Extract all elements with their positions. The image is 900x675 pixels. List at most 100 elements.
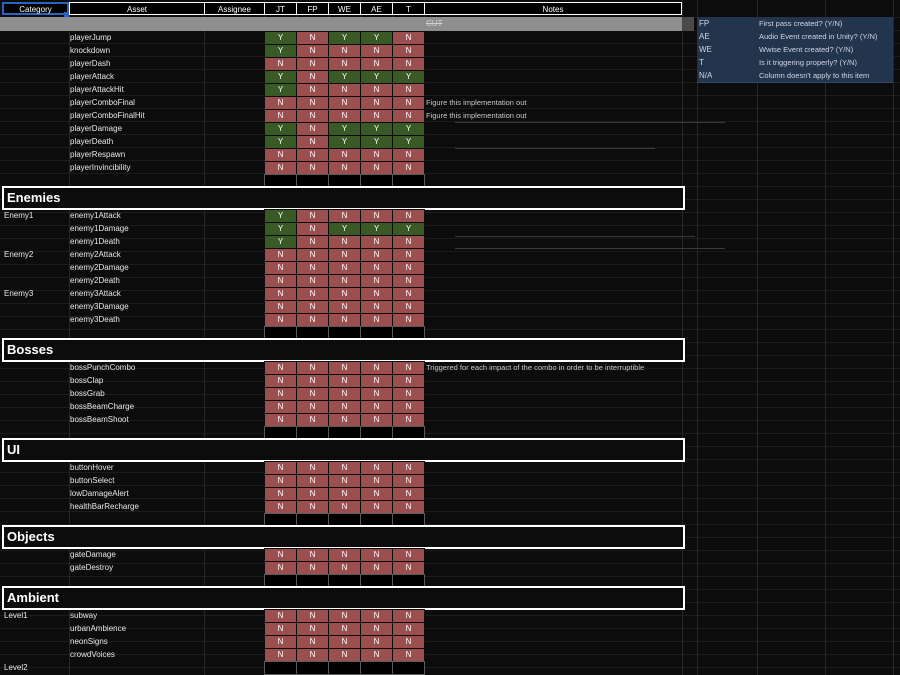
status-cell-ae[interactable]: N	[360, 287, 393, 301]
status-cell-t[interactable]	[392, 661, 425, 675]
status-cell-jt[interactable]: Y	[264, 31, 297, 45]
status-cell-ae[interactable]: N	[360, 609, 393, 623]
status-cell-jt[interactable]: N	[264, 161, 297, 175]
status-cell-ae[interactable]: N	[360, 500, 393, 514]
status-cell-t[interactable]: Y	[392, 135, 425, 149]
status-cell-ae[interactable]: N	[360, 57, 393, 71]
status-cell-t[interactable]: N	[392, 235, 425, 249]
status-cell-we[interactable]: N	[328, 548, 361, 562]
asset-cell[interactable]: enemy3Damage	[70, 300, 129, 313]
section-header-ambient[interactable]: Ambient	[2, 586, 685, 610]
status-cell-jt[interactable]	[264, 661, 297, 675]
status-cell-t[interactable]: N	[392, 374, 425, 388]
status-cell-t[interactable]: N	[392, 44, 425, 58]
status-cell-t[interactable]: N	[392, 300, 425, 314]
asset-cell[interactable]: playerDamage	[70, 122, 122, 135]
asset-cell[interactable]: healthBarRecharge	[70, 500, 139, 513]
status-cell-fp[interactable]: N	[296, 300, 329, 314]
status-cell-jt[interactable]: N	[264, 548, 297, 562]
status-cell-jt[interactable]: N	[264, 387, 297, 401]
status-cell-t[interactable]: N	[392, 96, 425, 110]
status-cell-fp[interactable]: N	[296, 248, 329, 262]
status-cell-jt[interactable]: Y	[264, 83, 297, 97]
status-cell-ae[interactable]: N	[360, 361, 393, 375]
header-assignee[interactable]: Assignee	[204, 2, 264, 15]
status-cell-fp[interactable]: N	[296, 31, 329, 45]
status-cell-ae[interactable]: N	[360, 209, 393, 223]
status-cell-we[interactable]	[328, 661, 361, 675]
status-cell-we[interactable]: N	[328, 287, 361, 301]
status-cell-t[interactable]: Y	[392, 222, 425, 236]
status-cell-jt[interactable]: N	[264, 474, 297, 488]
asset-cell[interactable]: bossPunchCombo	[70, 361, 135, 374]
status-cell-we[interactable]: N	[328, 648, 361, 662]
status-cell-t[interactable]: N	[392, 387, 425, 401]
status-cell-ae[interactable]: N	[360, 487, 393, 501]
status-cell-fp[interactable]: N	[296, 461, 329, 475]
section-header-enemies[interactable]: Enemies	[2, 186, 685, 210]
section-header-ui[interactable]: UI	[2, 438, 685, 462]
category-cell[interactable]: Enemy1	[4, 209, 33, 222]
status-cell-fp[interactable]: N	[296, 313, 329, 327]
asset-cell[interactable]: enemy1Attack	[70, 209, 121, 222]
status-cell-fp[interactable]: N	[296, 635, 329, 649]
asset-cell[interactable]: knockdown	[70, 44, 110, 57]
status-cell-we[interactable]: N	[328, 500, 361, 514]
status-cell-ae[interactable]: N	[360, 300, 393, 314]
status-cell-jt[interactable]: N	[264, 248, 297, 262]
spreadsheet[interactable]: Category Asset Assignee JT FP WE AE T No…	[0, 0, 900, 675]
status-cell-we[interactable]: N	[328, 461, 361, 475]
status-cell-we[interactable]: N	[328, 261, 361, 275]
status-cell-ae[interactable]: N	[360, 548, 393, 562]
asset-cell[interactable]: buttonSelect	[70, 474, 114, 487]
status-cell-ae[interactable]: N	[360, 622, 393, 636]
status-cell-fp[interactable]: N	[296, 474, 329, 488]
status-cell-t[interactable]: N	[392, 500, 425, 514]
status-cell-fp[interactable]: N	[296, 622, 329, 636]
status-cell-fp[interactable]: N	[296, 222, 329, 236]
status-cell-we[interactable]: N	[328, 635, 361, 649]
status-cell-fp[interactable]: N	[296, 209, 329, 223]
asset-cell[interactable]: playerAttack	[70, 70, 114, 83]
status-cell-we[interactable]: N	[328, 561, 361, 575]
status-cell-jt[interactable]: N	[264, 635, 297, 649]
notes-cell[interactable]: Triggered for each impact of the combo i…	[426, 361, 644, 374]
status-cell-jt[interactable]: N	[264, 487, 297, 501]
status-cell-fp[interactable]: N	[296, 261, 329, 275]
status-cell-fp[interactable]: N	[296, 235, 329, 249]
status-cell-jt[interactable]: N	[264, 274, 297, 288]
status-cell-jt[interactable]: N	[264, 361, 297, 375]
status-cell-jt[interactable]: Y	[264, 209, 297, 223]
status-cell-t[interactable]: Y	[392, 70, 425, 84]
status-cell-ae[interactable]: N	[360, 274, 393, 288]
status-cell-t[interactable]: Y	[392, 122, 425, 136]
status-cell-jt[interactable]: N	[264, 374, 297, 388]
status-cell-fp[interactable]: N	[296, 500, 329, 514]
status-cell-ae[interactable]: N	[360, 461, 393, 475]
status-cell-t[interactable]: N	[392, 109, 425, 123]
status-cell-t[interactable]: N	[392, 287, 425, 301]
status-cell-jt[interactable]: N	[264, 287, 297, 301]
header-jt[interactable]: JT	[264, 2, 296, 15]
status-cell-we[interactable]: N	[328, 609, 361, 623]
category-cell[interactable]: Enemy3	[4, 287, 33, 300]
asset-cell[interactable]: neonSigns	[70, 635, 108, 648]
status-cell-we[interactable]: N	[328, 235, 361, 249]
status-cell-ae[interactable]: N	[360, 44, 393, 58]
asset-cell[interactable]: lowDamageAlert	[70, 487, 129, 500]
status-cell-t[interactable]: N	[392, 31, 425, 45]
asset-cell[interactable]: bossBeamShoot	[70, 413, 129, 426]
asset-cell[interactable]: playerInvincibility	[70, 161, 130, 174]
status-cell-jt[interactable]: N	[264, 313, 297, 327]
status-cell-we[interactable]: N	[328, 374, 361, 388]
status-cell-we[interactable]: N	[328, 209, 361, 223]
status-cell-we[interactable]: Y	[328, 222, 361, 236]
category-cell[interactable]: Enemy2	[4, 248, 33, 261]
status-cell-we[interactable]: Y	[328, 31, 361, 45]
asset-cell[interactable]: bossGrab	[70, 387, 105, 400]
status-cell-jt[interactable]: N	[264, 561, 297, 575]
status-cell-we[interactable]: N	[328, 313, 361, 327]
status-cell-t[interactable]: N	[392, 161, 425, 175]
asset-cell[interactable]: bossBeamCharge	[70, 400, 134, 413]
status-cell-we[interactable]: N	[328, 413, 361, 427]
